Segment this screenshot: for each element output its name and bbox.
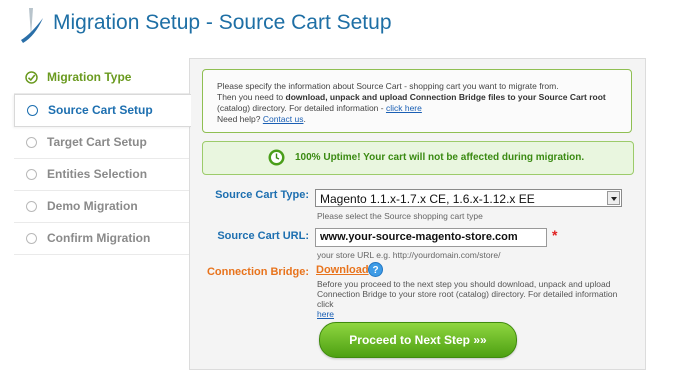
step-label: Migration Type [47,70,132,84]
circle-icon [26,201,37,212]
select-value: Magento 1.1.x-1.7.x CE, 1.6.x-1.12.x EE [320,192,535,206]
source-cart-url-hint: your store URL e.g. http://yourdomain.co… [317,250,501,260]
step-label: Confirm Migration [47,231,151,245]
info-line-2: Then you need to download, unpack and up… [217,92,606,102]
source-cart-type-label: Source Cart Type: [215,189,309,201]
info-line-4: Need help? Contact us. [217,114,306,124]
uptime-text: 100% Uptime! Your cart will not be affec… [295,152,585,163]
click-here-link[interactable]: click here [386,103,422,113]
connection-bridge-text: Before you proceed to the next step you … [317,279,618,319]
logo-icon [21,8,43,43]
source-cart-url-label: Source Cart URL: [217,230,309,242]
uptime-banner: 100% Uptime! Your cart will not be affec… [202,141,634,175]
required-marker: * [552,227,558,243]
contact-us-link[interactable]: Contact us [263,114,304,124]
info-bold-text: download, unpack and upload Connection B… [285,92,606,102]
step-label: Source Cart Setup [48,103,153,117]
download-bridge-link[interactable]: Download [316,264,369,276]
step-entities-selection[interactable]: Entities Selection [14,159,189,191]
info-box: Please specify the information about Sou… [202,69,632,133]
step-migration-type[interactable]: Migration Type [14,62,189,94]
help-icon[interactable]: ? [368,262,383,277]
step-label: Demo Migration [47,199,138,213]
circle-icon [26,233,37,244]
info-line-1: Please specify the information about Sou… [217,81,559,91]
main-panel: Please specify the information about Sou… [189,58,646,370]
proceed-next-step-button[interactable]: Proceed to Next Step »» [319,322,517,358]
step-target-cart-setup[interactable]: Target Cart Setup [14,127,189,159]
check-circle-icon [25,71,38,84]
circle-icon [26,137,37,148]
info-line-3: (catalog) directory. For detailed inform… [217,103,422,113]
connection-bridge-label: Connection Bridge: [206,266,309,278]
step-confirm-migration[interactable]: Confirm Migration [14,223,189,255]
steps-sidebar: Migration Type Source Cart Setup Target … [14,62,191,255]
page-header: Migration Setup - Source Cart Setup [0,0,680,50]
circle-icon [27,105,38,116]
chevron-down-icon[interactable] [607,191,620,205]
source-cart-url-input[interactable]: www.your-source-magento-store.com [315,228,547,247]
circle-icon [26,169,37,180]
source-cart-type-select[interactable]: Magento 1.1.x-1.7.x CE, 1.6.x-1.12.x EE [315,189,622,207]
clock-icon [268,149,285,166]
step-demo-migration[interactable]: Demo Migration [14,191,189,223]
page-title: Migration Setup - Source Cart Setup [53,11,392,34]
bridge-here-link[interactable]: here [317,309,334,319]
source-cart-type-hint: Please select the Source shopping cart t… [317,211,483,221]
step-label: Entities Selection [47,167,148,181]
step-source-cart-setup[interactable]: Source Cart Setup [14,94,191,127]
step-label: Target Cart Setup [47,135,147,149]
